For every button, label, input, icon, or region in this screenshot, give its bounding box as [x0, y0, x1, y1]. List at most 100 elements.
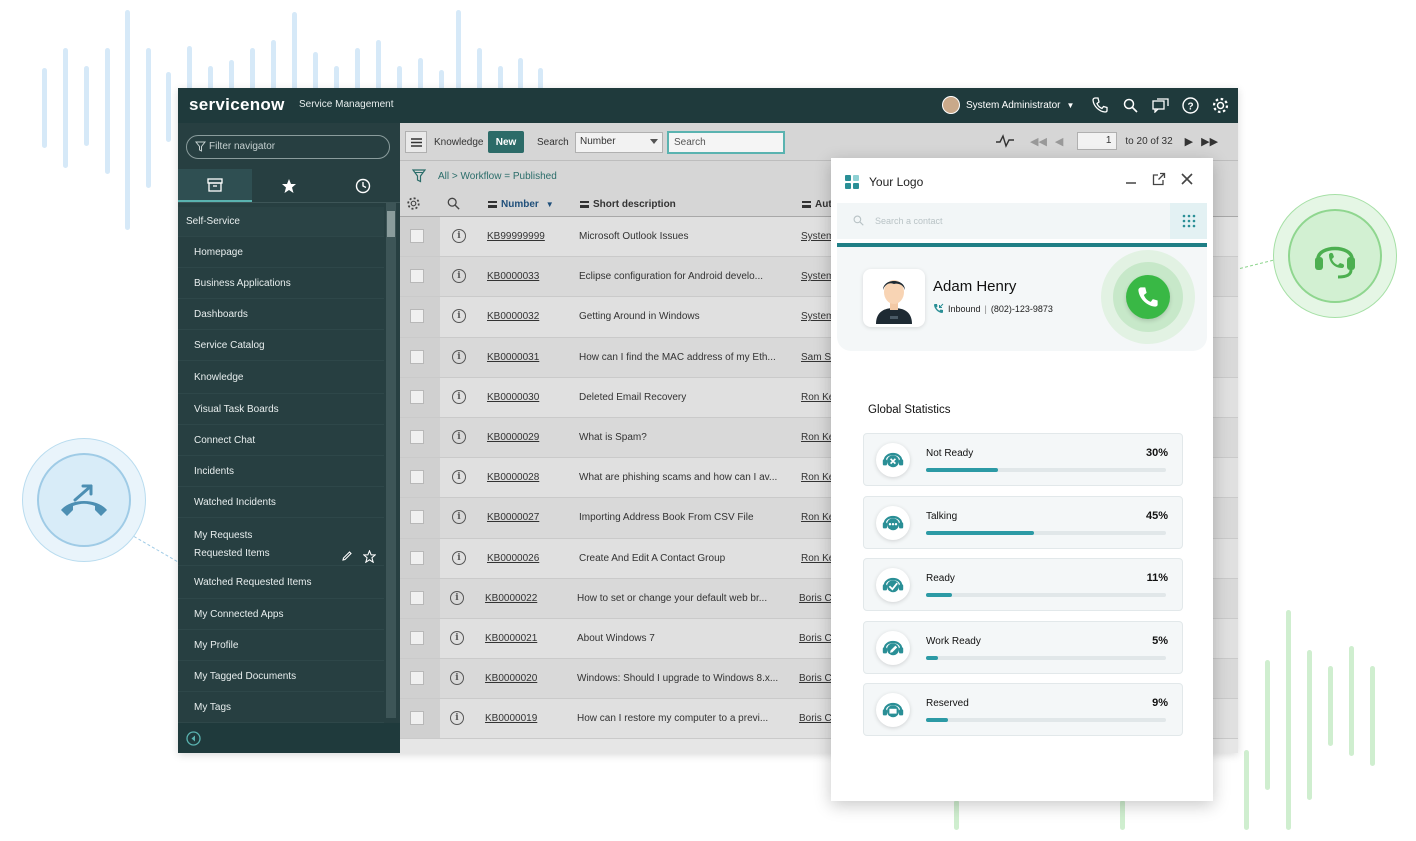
sidebar-item-my-tagged-documents[interactable]: My Tagged Documents [178, 661, 384, 692]
info-icon[interactable]: i [452, 510, 466, 525]
filter-icon[interactable] [412, 169, 426, 183]
tab-all-apps[interactable] [178, 169, 252, 202]
info-icon[interactable]: i [452, 309, 466, 324]
info-icon[interactable]: i [452, 470, 466, 485]
sidebar-item-service-catalog[interactable]: Service Catalog [178, 330, 384, 361]
new-button[interactable]: New [488, 131, 524, 153]
popout-icon[interactable] [1152, 172, 1166, 186]
row-checkbox[interactable] [410, 470, 424, 485]
info-icon[interactable]: i [450, 671, 464, 686]
info-icon[interactable]: i [452, 349, 466, 364]
help-icon[interactable]: ? [1181, 96, 1199, 114]
sidebar-item-my-tags[interactable]: My Tags [178, 692, 384, 723]
tab-history[interactable] [326, 169, 400, 202]
minimize-icon[interactable] [1124, 172, 1138, 186]
info-icon[interactable]: i [450, 711, 464, 726]
kb-number-link[interactable]: KB0000022 [485, 593, 537, 604]
dialpad-button[interactable] [1170, 203, 1207, 239]
search-field-select[interactable]: Number [575, 132, 663, 153]
sidebar-item-my-requests[interactable]: My Requests [178, 518, 384, 542]
info-icon[interactable]: i [450, 630, 464, 645]
edit-icon[interactable] [341, 550, 353, 562]
search-icon[interactable] [1121, 96, 1139, 114]
first-page-icon[interactable]: ◀◀ [1030, 135, 1047, 148]
info-icon[interactable]: i [452, 389, 466, 404]
list-settings-gear-icon[interactable] [406, 196, 421, 211]
author-link[interactable]: System [801, 311, 834, 322]
info-icon[interactable]: i [452, 429, 466, 444]
sidebar-scrollbar[interactable] [386, 203, 396, 718]
kb-number-link[interactable]: KB0000033 [487, 271, 539, 282]
list-search-input[interactable]: Search [667, 131, 785, 154]
sidebar-item-business-applications[interactable]: Business Applications [178, 268, 384, 299]
row-checkbox[interactable] [410, 671, 424, 686]
author-link[interactable]: System [801, 231, 834, 242]
sidebar-item-knowledge[interactable]: Knowledge [178, 361, 384, 394]
collapse-icon[interactable] [186, 731, 201, 746]
kb-number-link[interactable]: KB0000019 [485, 713, 537, 724]
row-checkbox[interactable] [410, 630, 424, 645]
close-icon[interactable] [1180, 172, 1194, 186]
kb-number-link[interactable]: KB0000028 [487, 472, 539, 483]
sidebar-item-homepage[interactable]: Homepage [178, 237, 384, 268]
chat-icon[interactable] [1151, 96, 1169, 114]
author-link[interactable]: Ron Ke [801, 472, 834, 483]
row-checkbox[interactable] [410, 309, 424, 324]
search-icon[interactable] [447, 197, 460, 210]
sidebar-item-visual-task-boards[interactable]: Visual Task Boards [178, 394, 384, 425]
kb-number-link[interactable]: KB0000029 [487, 432, 539, 443]
gear-icon[interactable] [1211, 96, 1229, 114]
last-page-icon[interactable]: ▶▶ [1201, 135, 1218, 148]
row-checkbox[interactable] [410, 269, 424, 284]
sidebar-item-my-profile[interactable]: My Profile [178, 630, 384, 661]
sidebar-item-requested-items[interactable]: Requested Items [178, 542, 384, 566]
author-link[interactable]: Ron Ke [801, 392, 834, 403]
kb-number-link[interactable]: KB0000032 [487, 311, 539, 322]
author-link[interactable]: System [801, 271, 834, 282]
info-icon[interactable]: i [450, 590, 464, 605]
sidebar-section-self-service[interactable]: Self-Service [178, 207, 384, 237]
info-icon[interactable]: i [452, 229, 466, 243]
user-menu[interactable]: System Administrator ▼ [942, 96, 1074, 114]
row-checkbox[interactable] [410, 229, 424, 243]
list-menu-button[interactable] [405, 131, 427, 153]
kb-number-link[interactable]: KB0000027 [487, 512, 539, 523]
kb-number-link[interactable]: KB0000030 [487, 392, 539, 403]
row-checkbox[interactable] [410, 429, 424, 444]
prev-page-icon[interactable]: ◀ [1055, 135, 1063, 148]
kb-number-link[interactable]: KB0000031 [487, 352, 539, 363]
author-link[interactable]: Ron Ke [801, 512, 834, 523]
column-number[interactable]: Number ▼ [488, 199, 554, 210]
sidebar-item-watched-requested-items[interactable]: Watched Requested Items [178, 566, 384, 599]
row-checkbox[interactable] [410, 590, 424, 605]
breadcrumb[interactable]: All > Workflow = Published [438, 171, 557, 182]
column-short-description[interactable]: Short description [580, 199, 676, 210]
activity-icon[interactable] [996, 134, 1014, 148]
kb-number-link[interactable]: KB99999999 [487, 231, 545, 242]
info-icon[interactable]: i [452, 550, 466, 565]
author-link[interactable]: Ron Ke [801, 432, 834, 443]
contact-search-input[interactable]: Search a contact [837, 203, 1207, 239]
sidebar-item-watched-incidents[interactable]: Watched Incidents [178, 487, 384, 518]
row-checkbox[interactable] [410, 510, 424, 525]
star-outline-icon[interactable] [363, 550, 376, 563]
filter-navigator-input[interactable]: Filter navigator [186, 135, 390, 159]
row-checkbox[interactable] [410, 711, 424, 726]
sidebar-item-dashboards[interactable]: Dashboards [178, 299, 384, 330]
kb-number-link[interactable]: KB0000020 [485, 673, 537, 684]
answer-call-button[interactable] [1126, 275, 1170, 319]
scroll-thumb[interactable] [387, 211, 395, 237]
page-input[interactable]: 1 [1077, 132, 1118, 150]
author-link[interactable]: Ron Ke [801, 553, 834, 564]
kb-number-link[interactable]: KB0000021 [485, 633, 537, 644]
sidebar-item-incidents[interactable]: Incidents [178, 456, 384, 487]
tab-favorites[interactable] [252, 169, 326, 202]
sidebar-item-my-connected-apps[interactable]: My Connected Apps [178, 599, 384, 630]
row-checkbox[interactable] [410, 389, 424, 404]
next-page-icon[interactable]: ▶ [1185, 135, 1193, 148]
info-icon[interactable]: i [452, 269, 466, 284]
row-checkbox[interactable] [410, 349, 424, 364]
row-checkbox[interactable] [410, 550, 424, 565]
kb-number-link[interactable]: KB0000026 [487, 553, 539, 564]
sidebar-item-connect-chat[interactable]: Connect Chat [178, 425, 384, 456]
